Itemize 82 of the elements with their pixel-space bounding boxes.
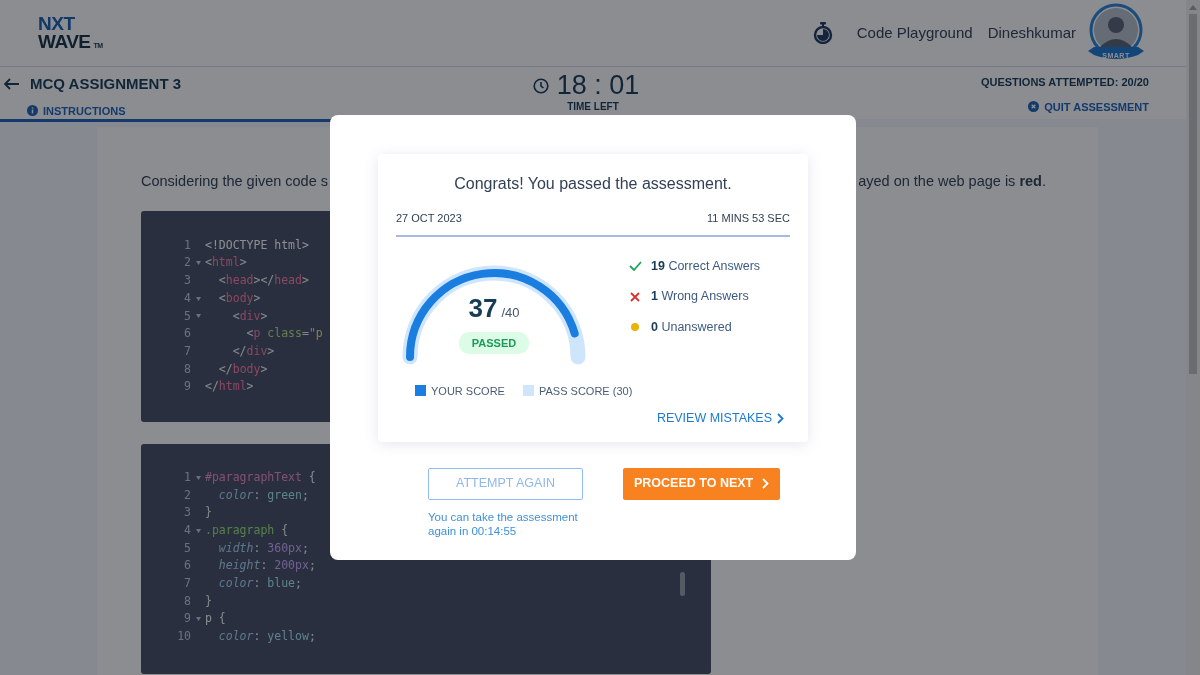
code-line: <div> <box>231 307 268 325</box>
dot-icon <box>631 323 639 332</box>
line-number: 6 <box>183 557 191 575</box>
back-arrow-icon[interactable] <box>4 78 20 91</box>
scroll-up-icon[interactable] <box>1189 4 1197 10</box>
line-number: 1 <box>183 468 191 486</box>
code-line: <p class="p <box>245 325 323 343</box>
scrollbar-thumb[interactable] <box>680 571 685 596</box>
fold-caret-icon[interactable] <box>195 475 201 480</box>
stopwatch-icon[interactable] <box>812 22 833 44</box>
line-number: 6 <box>183 325 191 343</box>
assignment-title: MCQ ASSIGNMENT 3 <box>30 74 182 94</box>
line-number: 9 <box>183 378 191 396</box>
code-line: .paragraph { <box>205 522 289 539</box>
code-line: p { <box>205 610 226 628</box>
review-mistakes-link[interactable]: REVIEW MISTAKES <box>656 409 784 428</box>
code-line: color: yellow; <box>217 628 316 646</box>
question-text: ayed on the web page is red. <box>858 172 1046 191</box>
fold-caret-icon[interactable] <box>195 528 201 533</box>
line-number: 1 <box>183 236 191 254</box>
pass-score-swatch <box>522 385 534 397</box>
chevron-right-icon <box>777 412 784 424</box>
line-number: 7 <box>183 575 191 593</box>
date-text: 27 OCT 2023 <box>396 211 462 226</box>
line-number: 8 <box>183 360 191 378</box>
line-number: 3 <box>183 272 191 290</box>
check-icon <box>628 260 642 271</box>
line-number: 2 <box>183 254 191 272</box>
cross-icon <box>630 291 640 302</box>
questions-attempted: QUESTIONS ATTEMPTED: 20/20 <box>980 75 1149 90</box>
code-line: <head></head> <box>217 272 309 290</box>
result-title: Congrats! You passed the assessment. <box>453 174 733 194</box>
stat-text: 0 Unanswered <box>651 319 732 336</box>
code-line: </html> <box>205 378 254 396</box>
code-line: <!DOCTYPE html> <box>205 236 309 254</box>
code-line: </body> <box>217 360 268 378</box>
stat-text: 19 Correct Answers <box>651 257 761 275</box>
question-text: Considering the given code s <box>141 172 328 191</box>
clock-icon <box>532 77 549 94</box>
score-total: /40 <box>501 304 520 320</box>
timer-label: TIME LEFT <box>567 100 619 114</box>
close-icon <box>1028 101 1040 113</box>
retry-note: You can take the assessment again in 00:14:55 <box>428 509 579 539</box>
code-line: color: blue; <box>217 575 302 593</box>
duration-text: 11 MINS 53 SEC <box>707 211 790 226</box>
legend-label: PASS SCORE (30) <box>538 383 633 399</box>
chevron-right-icon <box>762 478 770 490</box>
code-line: <html> <box>205 254 247 272</box>
code-line: <body> <box>217 289 261 307</box>
line-number: 9 <box>183 610 191 628</box>
line-number: 5 <box>183 307 191 325</box>
line-number: 4 <box>183 289 191 307</box>
line-number: 4 <box>183 522 191 539</box>
scrollbar[interactable] <box>1186 0 1200 675</box>
line-number: 7 <box>183 342 191 360</box>
line-number: 8 <box>183 592 191 610</box>
legend-label: YOUR SCORE <box>431 383 505 399</box>
code-line: color: green; <box>217 486 309 504</box>
fold-caret-icon[interactable] <box>195 261 201 266</box>
code-line: } <box>205 504 212 522</box>
quit-assessment-button[interactable]: QUIT ASSESSMENT <box>1028 98 1149 115</box>
fold-caret-icon[interactable] <box>195 617 201 622</box>
line-number: 10 <box>176 628 191 646</box>
status-badge: PASSED <box>458 331 530 354</box>
your-score-swatch <box>415 385 426 397</box>
line-number: 3 <box>183 504 191 522</box>
stat-text: 1 Wrong Answers <box>651 288 749 306</box>
code-line: } <box>205 592 212 610</box>
code-line: width: 360px; <box>217 539 309 557</box>
instructions-tab[interactable]: INSTRUCTIONS <box>27 102 126 119</box>
proceed-button[interactable]: PROCEED TO NEXT <box>623 467 781 500</box>
fold-caret-icon[interactable] <box>195 296 201 301</box>
code-line: height: 200px; <box>217 557 316 575</box>
score-value: 37 <box>468 292 498 323</box>
timer-value: 18 : 01 <box>556 72 640 99</box>
line-number: 2 <box>183 486 191 504</box>
code-line: </div> <box>231 342 275 360</box>
nav-link[interactable]: Dineshkumar <box>987 21 1076 45</box>
code-line: #paragraphText { <box>205 468 316 486</box>
fold-caret-icon[interactable] <box>195 314 201 319</box>
line-number: 5 <box>183 539 191 557</box>
nav-link[interactable]: Code Playground <box>856 21 973 45</box>
